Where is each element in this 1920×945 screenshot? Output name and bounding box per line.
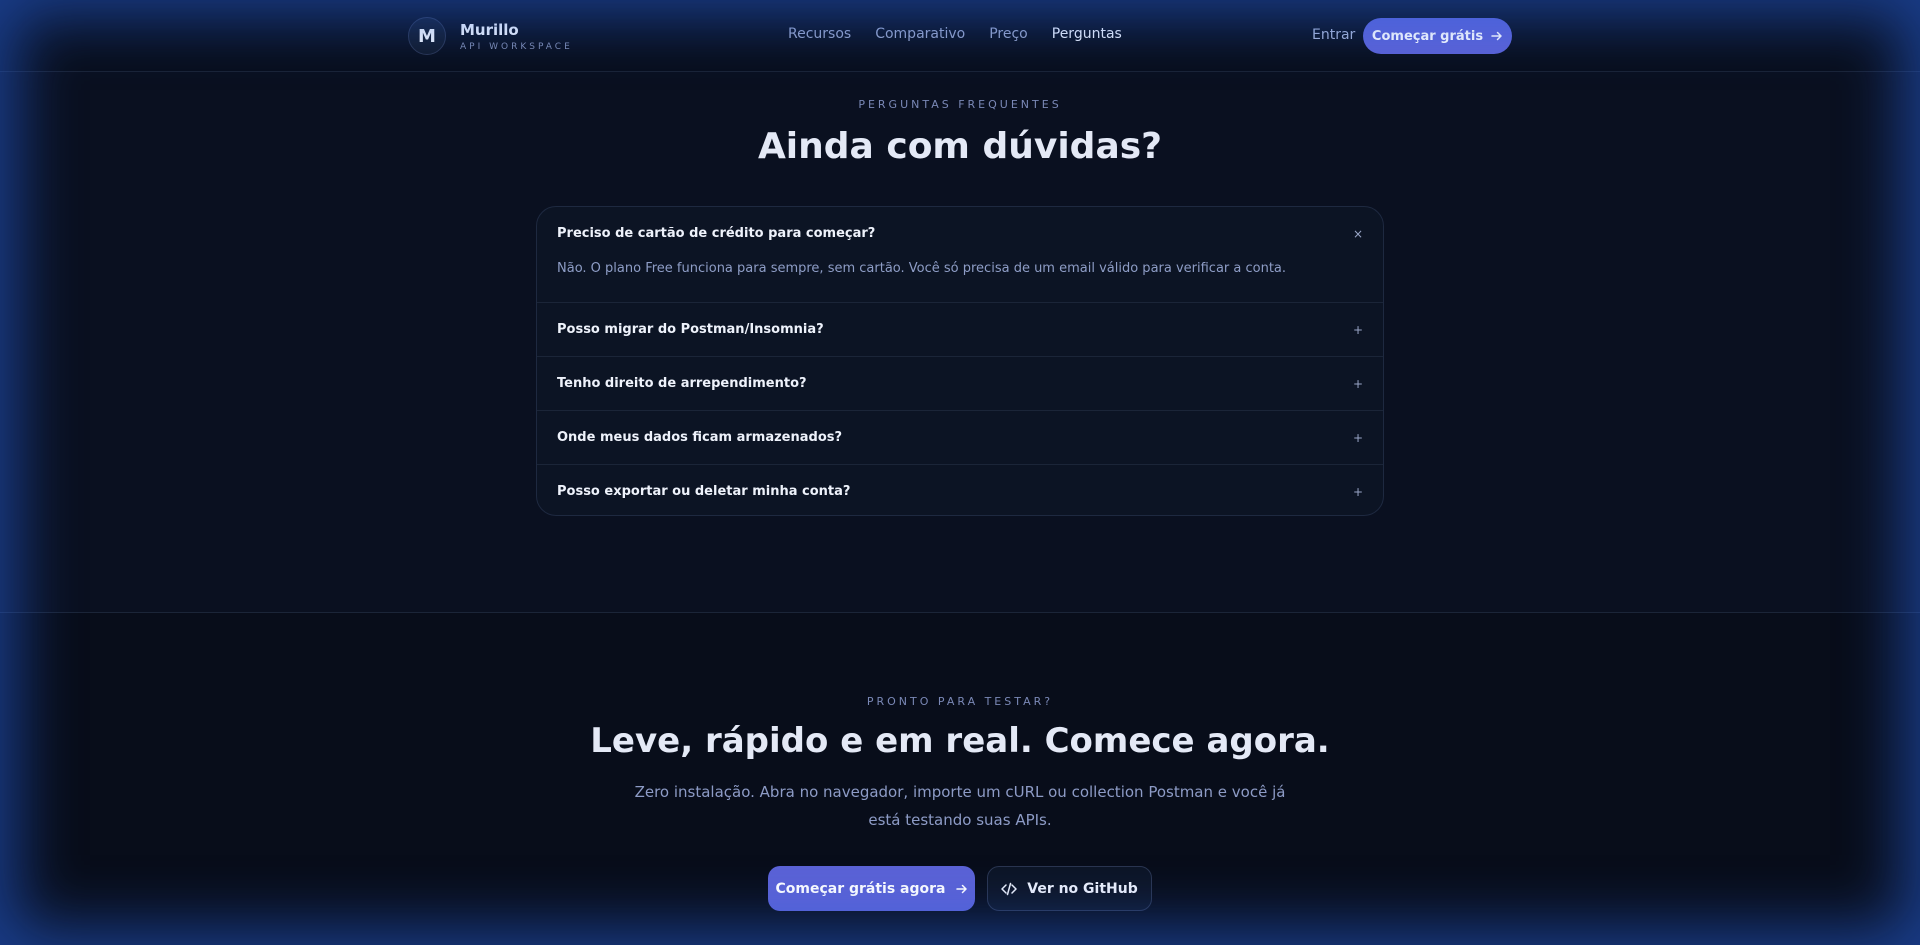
nav-item-preco[interactable]: Preço bbox=[989, 26, 1028, 42]
top-navbar: M Murillo API WORKSPACE Recursos Compara… bbox=[0, 0, 1920, 72]
cta-description: Zero instalação. Abra no navegador, impo… bbox=[634, 783, 1286, 829]
faq-item: Posso migrar do Postman/Insomnia? + bbox=[537, 303, 1383, 358]
main-nav: Recursos Comparativo Preço Perguntas bbox=[788, 26, 1122, 42]
faq-question[interactable]: Posso exportar ou deletar minha conta? + bbox=[557, 465, 1363, 515]
faq-eyebrow: PERGUNTAS FREQUENTES bbox=[858, 98, 1062, 111]
faq-question-text: Tenho direito de arrependimento? bbox=[557, 376, 807, 392]
start-free-now-button[interactable]: Começar grátis agora bbox=[768, 866, 975, 911]
faq-question-text: Onde meus dados ficam armazenados? bbox=[557, 430, 843, 446]
faq-title: Ainda com dúvidas? bbox=[757, 126, 1163, 167]
brand-subtitle: API WORKSPACE bbox=[460, 41, 573, 52]
start-free-label: Começar grátis bbox=[1371, 28, 1484, 44]
faq-question[interactable]: Onde meus dados ficam armazenados? + bbox=[557, 411, 1363, 464]
faq-question[interactable]: Tenho direito de arrependimento? + bbox=[557, 357, 1363, 410]
faq-item: Tenho direito de arrependimento? + bbox=[537, 357, 1383, 412]
faq-accordion: Preciso de cartão de crédito para começa… bbox=[536, 206, 1384, 516]
faq-question-text: Preciso de cartão de crédito para começa… bbox=[557, 226, 876, 241]
section-divider bbox=[0, 612, 1920, 613]
login-link[interactable]: Entrar bbox=[1312, 27, 1355, 43]
faq-item: Preciso de cartão de crédito para começa… bbox=[537, 207, 1383, 304]
faq-question-text: Posso migrar do Postman/Insomnia? bbox=[557, 322, 824, 338]
start-free-now-label: Começar grátis agora bbox=[775, 880, 946, 897]
arrow-right-icon bbox=[1491, 30, 1503, 42]
start-free-button[interactable]: Começar grátis bbox=[1363, 18, 1512, 54]
brand-logo: M bbox=[408, 17, 446, 55]
close-icon[interactable]: × bbox=[1353, 227, 1363, 241]
brand-name: Murillo bbox=[460, 20, 519, 39]
faq-item: Posso exportar ou deletar minha conta? + bbox=[537, 465, 1383, 515]
faq-item: Onde meus dados ficam armazenados? + bbox=[537, 411, 1383, 466]
plus-icon[interactable]: + bbox=[1353, 485, 1363, 499]
faq-question[interactable]: Posso migrar do Postman/Insomnia? + bbox=[557, 303, 1363, 356]
nav-item-comparativo[interactable]: Comparativo bbox=[875, 26, 965, 42]
faq-question[interactable]: Preciso de cartão de crédito para começa… bbox=[557, 207, 1363, 260]
github-label: Ver no GitHub bbox=[1027, 880, 1138, 897]
plus-icon[interactable]: + bbox=[1353, 377, 1363, 391]
plus-icon[interactable]: + bbox=[1353, 431, 1363, 445]
code-icon bbox=[1001, 882, 1017, 896]
nav-item-perguntas[interactable]: Perguntas bbox=[1052, 26, 1122, 42]
plus-icon[interactable]: + bbox=[1353, 323, 1363, 337]
github-button[interactable]: Ver no GitHub bbox=[987, 866, 1152, 911]
faq-answer: Não. O plano Free funciona para sempre, … bbox=[557, 261, 1287, 276]
cta-title: Leve, rápido e em real. Comece agora. bbox=[590, 721, 1330, 761]
brand[interactable]: M Murillo API WORKSPACE bbox=[408, 17, 573, 55]
nav-item-recursos[interactable]: Recursos bbox=[788, 26, 851, 42]
arrow-right-icon bbox=[955, 883, 968, 895]
brand-text: Murillo API WORKSPACE bbox=[460, 21, 573, 52]
cta-eyebrow: PRONTO PARA TESTAR? bbox=[866, 695, 1054, 708]
faq-question-text: Posso exportar ou deletar minha conta? bbox=[557, 484, 851, 500]
